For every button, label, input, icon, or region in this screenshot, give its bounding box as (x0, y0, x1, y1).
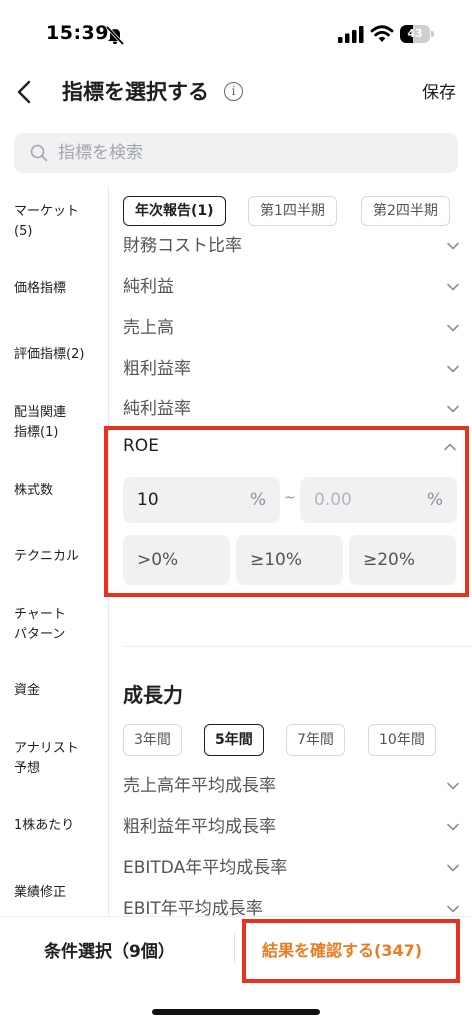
bell-muted-icon (105, 25, 125, 46)
indicator-label: 粗利益率 (123, 359, 191, 379)
tab-3-years[interactable]: 3年間 (123, 724, 182, 756)
save-button[interactable]: 保存 (422, 78, 456, 103)
section-title-growth: 成長力 (123, 683, 183, 707)
sidebar-item-shares[interactable]: 株式数 (14, 481, 106, 501)
indicator-row-revenue[interactable]: 売上高 (123, 313, 459, 343)
signal-icon (338, 26, 364, 43)
chevron-down-icon (447, 782, 459, 790)
sidebar-item-chart-pattern[interactable]: チャート パターン (14, 605, 106, 645)
chevron-down-icon (447, 405, 459, 413)
tab-7-years[interactable]: 7年間 (286, 724, 345, 756)
sidebar-item-analyst[interactable]: アナリスト 予想 (14, 739, 106, 779)
sidebar-item-per-share[interactable]: 1株あたり (14, 816, 106, 836)
back-button[interactable] (10, 74, 40, 110)
tab-5-years[interactable]: 5年間 (204, 724, 264, 756)
category-sidebar: マーケット (5) 価格指標 評価指標(2) 配当関連 指標(1) 株式数 テク… (0, 186, 109, 916)
bottom-action-bar: 条件選択（9個） 結果を確認する(347) (0, 916, 472, 1024)
indicator-label: 売上高年平均成長率 (123, 776, 276, 796)
home-indicator (152, 1009, 320, 1015)
chevron-down-icon (447, 324, 459, 332)
page-title: 指標を選択する (62, 80, 209, 104)
search-bar[interactable] (14, 133, 458, 173)
tab-q2[interactable]: 第2四半期 (361, 196, 450, 226)
tab-q1[interactable]: 第1四半期 (248, 196, 337, 226)
roe-highlight-frame (104, 426, 469, 597)
tab-10-years[interactable]: 10年間 (368, 724, 436, 756)
indicator-label: EBIT年平均成長率 (123, 899, 263, 916)
indicator-row-revenue-cagr[interactable]: 売上高年平均成長率 (123, 771, 459, 801)
section-divider (123, 646, 472, 647)
period-tabs: 年次報告(1) 第1四半期 第2四半期 (110, 196, 472, 228)
indicator-row-finance-cost[interactable]: 財務コスト比率 (123, 231, 459, 261)
indicator-row-net-income[interactable]: 純利益 (123, 272, 459, 302)
divider (234, 933, 235, 963)
chevron-down-icon (447, 242, 459, 250)
sidebar-item-technical[interactable]: テクニカル (14, 547, 106, 567)
tab-annual[interactable]: 年次報告(1) (123, 196, 226, 226)
indicator-label: 純利益率 (123, 399, 191, 419)
chevron-down-icon (447, 283, 459, 291)
sidebar-item-funds[interactable]: 資金 (14, 681, 106, 701)
indicator-row-net-margin[interactable]: 純利益率 (123, 394, 459, 424)
selected-conditions-button[interactable]: 条件選択（9個） (44, 937, 175, 962)
sidebar-item-price[interactable]: 価格指標 (14, 279, 106, 299)
info-icon[interactable]: i (224, 82, 243, 101)
chevron-down-icon (447, 365, 459, 373)
indicator-label: 純利益 (123, 277, 174, 297)
sidebar-item-revision[interactable]: 業績修正 (14, 883, 106, 903)
battery-icon: 43 (400, 25, 434, 44)
indicator-label: EBITDA年平均成長率 (123, 858, 288, 878)
sidebar-item-valuation[interactable]: 評価指標(2) (14, 345, 106, 365)
chevron-down-icon (447, 864, 459, 872)
indicator-label: 財務コスト比率 (123, 236, 242, 256)
wifi-icon (370, 25, 394, 42)
search-input[interactable] (58, 133, 438, 173)
sidebar-item-dividend[interactable]: 配当関連 指標(1) (14, 403, 106, 443)
search-icon (30, 144, 48, 162)
indicator-row-ebit-cagr[interactable]: EBIT年平均成長率 (123, 894, 459, 916)
indicator-label: 売上高 (123, 318, 174, 338)
view-results-button[interactable]: 結果を確認する(347) (262, 937, 422, 961)
indicator-row-ebitda-cagr[interactable]: EBITDA年平均成長率 (123, 853, 459, 883)
battery-level: 43 (407, 27, 423, 40)
status-time: 15:39 (46, 22, 109, 44)
indicator-row-gross-margin[interactable]: 粗利益率 (123, 354, 459, 384)
chevron-left-icon (17, 80, 31, 104)
status-bar: 15:39 43 (0, 0, 472, 70)
chevron-down-icon (447, 905, 459, 913)
indicator-row-gross-profit-cagr[interactable]: 粗利益年平均成長率 (123, 812, 459, 842)
chevron-down-icon (447, 823, 459, 831)
sidebar-item-market[interactable]: マーケット (5) (14, 202, 106, 242)
indicator-label: 粗利益年平均成長率 (123, 817, 276, 837)
